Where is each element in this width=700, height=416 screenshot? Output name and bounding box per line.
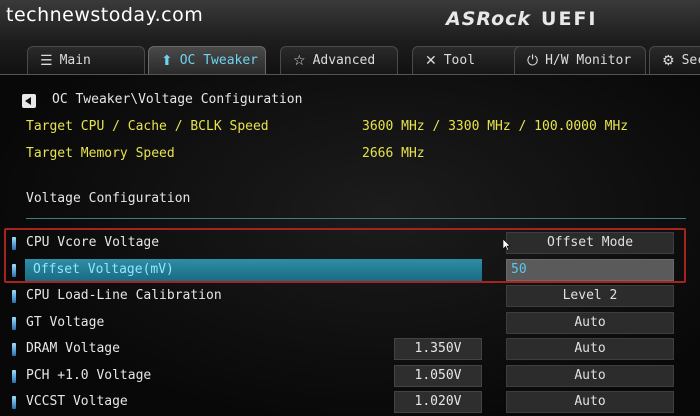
setting-label: VCCST Voltage xyxy=(26,394,128,409)
section-title: Voltage Configuration xyxy=(26,191,191,206)
setting-row-vccst-voltage[interactable]: VCCST Voltage 1.020V Auto xyxy=(0,390,700,414)
back-arrow-icon[interactable] xyxy=(22,94,36,108)
tab-main[interactable]: ☰ Main xyxy=(27,46,145,74)
list-icon: ☰ xyxy=(40,52,53,69)
lock-icon: ⚙ xyxy=(662,52,675,69)
tab-tool[interactable]: ✕ Tool xyxy=(412,46,530,74)
power-icon: ⏻ xyxy=(527,52,539,69)
setting-row-dram-voltage[interactable]: DRAM Voltage 1.350V Auto xyxy=(0,337,700,361)
tab-bar: ☰ Main ⬆ OC Tweaker ☆ Advanced ✕ Tool ⏻ … xyxy=(22,46,700,74)
info-label-memory-speed: Target Memory Speed xyxy=(26,146,175,161)
setting-label: GT Voltage xyxy=(26,315,105,330)
row-marker-icon xyxy=(12,237,16,250)
setting-row-pch-voltage[interactable]: PCH +1.0 Voltage 1.050V Auto xyxy=(0,364,700,388)
mouse-cursor-icon xyxy=(503,239,511,251)
setting-row-cpu-vcore[interactable]: CPU Vcore Voltage Offset Mode xyxy=(0,231,700,255)
vccst-voltage-select[interactable]: Auto xyxy=(506,391,674,413)
row-marker-icon xyxy=(12,343,16,356)
tab-security[interactable]: ⚙ Secu xyxy=(649,46,700,74)
tab-label: OC Tweaker xyxy=(179,53,259,68)
dram-voltage-readout: 1.350V xyxy=(394,338,482,360)
setting-row-gt-voltage[interactable]: GT Voltage Auto xyxy=(0,311,700,335)
row-marker-icon xyxy=(12,370,16,383)
setting-label: Offset Voltage(mV) xyxy=(33,262,174,277)
dram-voltage-select[interactable]: Auto xyxy=(506,338,674,360)
load-line-select[interactable]: Level 2 xyxy=(506,285,674,307)
pch-voltage-select[interactable]: Auto xyxy=(506,365,674,387)
section-divider xyxy=(26,218,686,219)
brand-name: ASRock xyxy=(446,8,532,30)
vccst-voltage-readout: 1.020V xyxy=(394,391,482,413)
tab-label: Advanced xyxy=(312,53,376,68)
star-icon: ☆ xyxy=(293,52,306,69)
gt-voltage-select[interactable]: Auto xyxy=(506,312,674,334)
offset-voltage-input[interactable]: 50 xyxy=(506,259,674,281)
cpu-vcore-mode-select[interactable]: Offset Mode xyxy=(506,232,674,254)
row-marker-icon xyxy=(12,396,16,409)
tab-hw-monitor[interactable]: ⏻ H/W Monitor xyxy=(514,46,646,74)
info-value-cpu-speed: 3600 MHz / 3300 MHz / 100.0000 MHz xyxy=(362,119,629,134)
setting-label: DRAM Voltage xyxy=(26,341,120,356)
pch-voltage-readout: 1.050V xyxy=(394,365,482,387)
setting-label: CPU Load-Line Calibration xyxy=(26,288,222,303)
setting-row-load-line[interactable]: CPU Load-Line Calibration Level 2 xyxy=(0,284,700,308)
setting-label: CPU Vcore Voltage xyxy=(26,235,160,250)
info-value-memory-speed: 2666 MHz xyxy=(362,146,425,161)
row-marker-icon xyxy=(12,264,16,277)
tab-label: Tool xyxy=(443,53,476,68)
tab-label: H/W Monitor xyxy=(545,53,632,68)
tools-icon: ✕ xyxy=(425,52,437,69)
brand-logo: ASRock UEFI xyxy=(446,8,598,30)
info-label-cpu-speed: Target CPU / Cache / BCLK Speed xyxy=(26,119,269,134)
top-bar: technewstoday.com ASRock UEFI ☰ Main ⬆ OC… xyxy=(0,0,700,75)
watermark: technewstoday.com xyxy=(6,4,204,26)
setting-label: PCH +1.0 Voltage xyxy=(26,368,152,383)
row-marker-icon xyxy=(12,317,16,330)
breadcrumb: OC Tweaker\Voltage Configuration xyxy=(52,92,303,107)
setting-row-offset-voltage[interactable]: Offset Voltage(mV) 50 xyxy=(0,258,700,282)
tab-oc-tweaker[interactable]: ⬆ OC Tweaker xyxy=(148,46,266,74)
brand-product: UEFI xyxy=(541,8,598,30)
tab-label: Main xyxy=(59,53,91,68)
tab-advanced[interactable]: ☆ Advanced xyxy=(280,46,398,74)
rocket-icon: ⬆ xyxy=(161,52,173,69)
row-marker-icon xyxy=(12,290,16,303)
tab-label: Secu xyxy=(681,53,700,68)
